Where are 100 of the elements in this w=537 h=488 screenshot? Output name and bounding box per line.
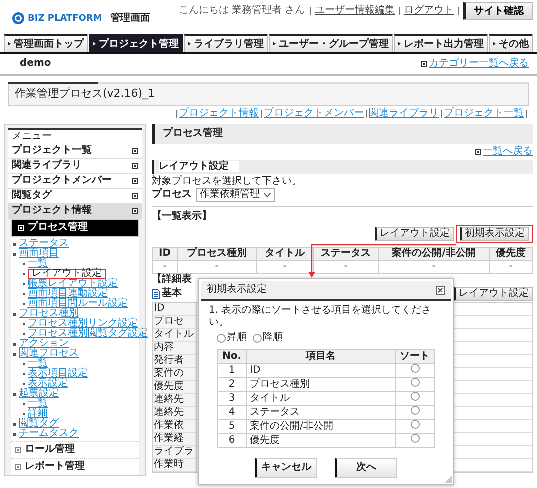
dialog-button[interactable]: 次へ: [335, 458, 397, 478]
square-icon: [18, 225, 24, 231]
column-header: タイトル: [256, 248, 314, 260]
logo-icon: [12, 12, 25, 25]
square-icon: [15, 447, 21, 453]
radio-button[interactable]: [410, 378, 420, 387]
square-icon: [475, 149, 481, 155]
column-header: ステータス: [314, 248, 378, 260]
menu-item[interactable]: プロジェクト一覧: [8, 144, 142, 159]
table-cell: 3: [218, 392, 246, 406]
dialog-button[interactable]: キャンセル: [255, 458, 317, 478]
square-icon: [132, 148, 138, 154]
menu-item[interactable]: ロール管理: [11, 441, 139, 458]
menu-link[interactable]: チームタスク: [19, 429, 79, 439]
section-label: 【詳細表: [152, 274, 193, 286]
bullet-icon: [13, 312, 16, 316]
layout-button[interactable]: レイアウト設定: [454, 287, 533, 301]
menu-link[interactable]: プロセス種別リンク設定: [28, 319, 138, 329]
close-icon[interactable]: [436, 286, 445, 294]
column-header: ソート: [396, 350, 434, 364]
menu-link[interactable]: 起票設定: [19, 389, 59, 399]
table-cell: -: [152, 260, 178, 274]
project-link[interactable]: 関連ライブラリ: [369, 108, 439, 120]
menu-item[interactable]: プロジェクト情報: [8, 204, 142, 219]
radio-button[interactable]: [217, 334, 226, 342]
nav-tab[interactable]: プロジェクト管理: [89, 34, 183, 52]
column-header: 優先度: [490, 248, 532, 260]
menu-link[interactable]: 一覧: [28, 259, 48, 269]
menu-item[interactable]: プロジェクトメンバー: [8, 174, 142, 189]
row-label: ライブラ: [153, 446, 197, 458]
square-icon: [132, 163, 138, 169]
table-cell: 2: [218, 378, 246, 392]
site-button[interactable]: サイト確認: [463, 2, 533, 20]
menu-link[interactable]: 画面項目: [19, 249, 59, 259]
nav-tab[interactable]: 管理画面トップ: [4, 34, 88, 52]
bullet-icon: [13, 342, 16, 346]
radio-button[interactable]: [410, 392, 420, 401]
menu-item[interactable]: 関連ライブラリ: [8, 159, 142, 174]
settings-button[interactable]: 初期表示設定: [460, 227, 529, 241]
table-cell: ステータス: [246, 406, 396, 420]
back-link[interactable]: 一覧へ戻る: [483, 146, 533, 158]
header-link[interactable]: ユーザー情報編集: [315, 5, 395, 17]
menu-link[interactable]: 閲覧タグ: [19, 419, 59, 429]
project-link[interactable]: プロジェクトメンバー: [264, 108, 364, 120]
menu-link[interactable]: ステータス: [19, 239, 69, 249]
nav-tab[interactable]: レポート出力管理: [394, 34, 488, 52]
menu-link[interactable]: 帳票レイアウト設定: [28, 279, 118, 289]
table-cell: 案件の公開/非公開: [246, 420, 396, 434]
process-dropdown[interactable]: 作業依頼管理: [196, 188, 275, 202]
row-label: 作業依: [153, 420, 197, 432]
nav-tab[interactable]: その他: [489, 34, 533, 52]
row-label: タイトル: [153, 329, 197, 341]
site-name: demo: [20, 58, 52, 70]
nav-tab[interactable]: ライブラリ管理: [184, 34, 268, 52]
menu-link[interactable]: 関連プロセス: [19, 349, 79, 359]
radio-button[interactable]: [253, 334, 262, 342]
square-icon: [421, 61, 427, 67]
row-label: 発行者: [153, 355, 197, 367]
nav-tab[interactable]: ユーザー・グループ管理: [269, 34, 393, 52]
bullet-icon: [13, 422, 16, 426]
row-label: 連絡先: [153, 394, 197, 406]
menu-link[interactable]: 表示設定: [28, 379, 68, 389]
menu-link[interactable]: プロセス種別閲覧タグ設定: [28, 329, 148, 339]
section-label: 【一覧表示】: [152, 211, 213, 223]
menu-link[interactable]: 表示項目設定: [28, 369, 88, 379]
bullet-icon: [13, 392, 16, 396]
square-icon: [132, 193, 138, 199]
menu-item[interactable]: 閲覧タグ: [8, 189, 142, 204]
square-icon: [15, 464, 21, 470]
radio-button[interactable]: [410, 420, 420, 429]
menu-link[interactable]: アクション: [19, 339, 69, 349]
row-label: ID: [153, 303, 197, 315]
square-icon: [132, 208, 138, 214]
section-title: レイアウト設定: [159, 161, 239, 172]
menu-link[interactable]: レイアウト設定: [32, 268, 102, 279]
radio-button[interactable]: [410, 406, 420, 415]
greeting-text: 業務管理者: [232, 5, 282, 17]
project-link[interactable]: プロジェクト一覧: [444, 108, 524, 120]
project-link[interactable]: プロジェクト情報: [179, 108, 259, 120]
bullet-icon: [13, 252, 16, 256]
field-label: プロセス: [152, 189, 192, 201]
radio-button[interactable]: [410, 434, 420, 443]
table-cell: 5: [218, 420, 246, 434]
settings-button[interactable]: レイアウト設定: [375, 227, 454, 241]
column-header: プロセス種別: [178, 248, 256, 260]
header-link[interactable]: ログアウト: [404, 5, 454, 17]
menu-link[interactable]: 詳細: [28, 409, 48, 419]
menu-item[interactable]: レポート管理: [11, 458, 139, 475]
radio-button[interactable]: [410, 364, 420, 373]
table-cell: -: [314, 260, 378, 274]
submenu-item[interactable]: プロセス管理: [11, 219, 139, 237]
resize-grip-icon: [445, 476, 452, 483]
row-label: 連絡先: [153, 407, 197, 419]
menu-link[interactable]: 一覧: [28, 359, 48, 369]
table-cell: 優先度: [246, 434, 396, 448]
menu-link[interactable]: 画面項目連動設定: [28, 289, 108, 299]
menu-link[interactable]: プロセス種別: [19, 309, 79, 319]
back-link[interactable]: カテゴリー一覧へ戻る: [429, 58, 529, 70]
menu-link[interactable]: 画面項目間ルール設定: [28, 299, 128, 309]
menu-link[interactable]: 一覧: [28, 399, 48, 409]
